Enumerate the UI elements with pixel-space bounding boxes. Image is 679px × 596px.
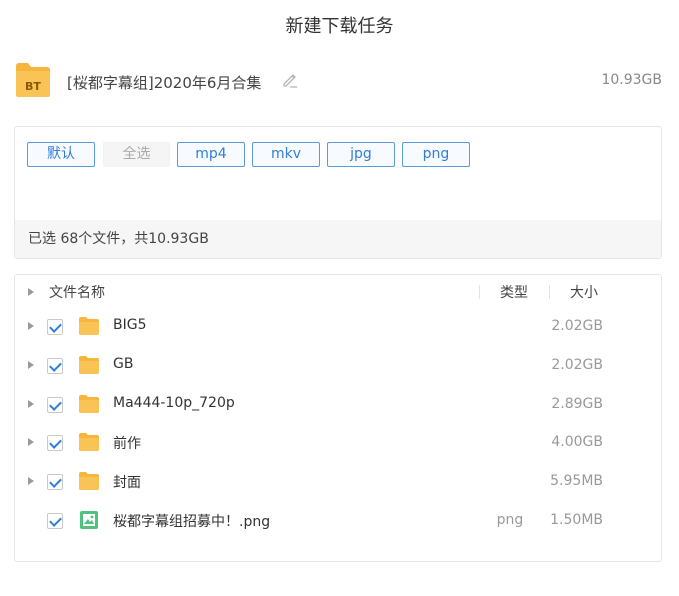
folder-icon [79,356,99,374]
expand-arrow-icon[interactable] [28,361,34,369]
filter-panel: 默认 全选 mp4 mkv jpg png 已选 68个文件，共10.93GB [14,126,662,259]
file-row[interactable]: 桜都字幕组招募中！.png png 1.50MB [15,505,661,535]
edit-icon[interactable] [281,71,299,89]
row-checkbox[interactable] [47,358,63,374]
filter-mp4-button[interactable]: mp4 [177,142,245,167]
column-header-name[interactable]: 文件名称 [49,282,105,302]
dialog-title: 新建下载任务 [285,16,394,37]
file-size: 2.02GB [551,357,603,373]
folder-icon [79,472,99,490]
column-header-type[interactable]: 类型 [479,282,549,302]
folder-icon [79,317,99,335]
file-name: BIG5 [113,317,147,333]
bt-icon-label: BT [25,80,41,93]
column-header-size[interactable]: 大小 [549,282,619,302]
expand-arrow-icon[interactable] [28,322,34,330]
file-row[interactable]: 封面 5.95MB [15,466,661,496]
torrent-name: [桜都字幕组]2020年6月合集 [67,74,262,92]
filter-default-button[interactable]: 默认 [27,142,95,167]
file-list: 文件名称 类型 大小 BIG5 2.02GB GB 2.02GB Ma444-1… [14,274,662,562]
row-checkbox[interactable] [47,397,63,413]
folder-icon [79,395,99,413]
file-row[interactable]: GB 2.02GB [15,350,661,380]
filter-jpg-button[interactable]: jpg [327,142,395,167]
file-list-header: 文件名称 类型 大小 [15,282,661,302]
file-row[interactable]: BIG5 2.02GB [15,311,661,341]
row-checkbox[interactable] [47,513,63,529]
file-name: Ma444-10p_720p [113,395,235,411]
file-size: 5.95MB [550,473,603,489]
folder-icon [79,433,99,451]
torrent-header: BT [桜都字幕组]2020年6月合集 10.93GB [14,60,664,102]
file-row[interactable]: 前作 4.00GB [15,427,661,457]
file-size: 2.02GB [551,318,603,334]
file-size: 1.50MB [550,512,603,528]
filter-png-button[interactable]: png [402,142,470,167]
file-row[interactable]: Ma444-10p_720p 2.89GB [15,389,661,419]
row-checkbox[interactable] [47,474,63,490]
expand-arrow-icon[interactable] [28,477,34,485]
file-name: 前作 [113,436,141,452]
row-checkbox[interactable] [47,319,63,335]
torrent-size: 10.93GB [601,72,662,88]
file-name: GB [113,356,134,372]
expand-all-arrow-icon[interactable] [28,288,34,296]
filter-select-all-button[interactable]: 全选 [103,142,170,167]
file-size: 2.89GB [551,396,603,412]
image-file-icon [80,511,98,529]
bt-torrent-icon: BT [16,63,50,97]
selection-summary: 已选 68个文件，共10.93GB [15,220,661,258]
row-checkbox[interactable] [47,435,63,451]
file-size: 4.00GB [551,434,603,450]
file-name: 桜都字幕组招募中！.png [113,514,271,530]
expand-arrow-icon[interactable] [28,438,34,446]
filter-mkv-button[interactable]: mkv [252,142,320,167]
file-name: 封面 [113,475,141,491]
expand-arrow-icon[interactable] [28,400,34,408]
